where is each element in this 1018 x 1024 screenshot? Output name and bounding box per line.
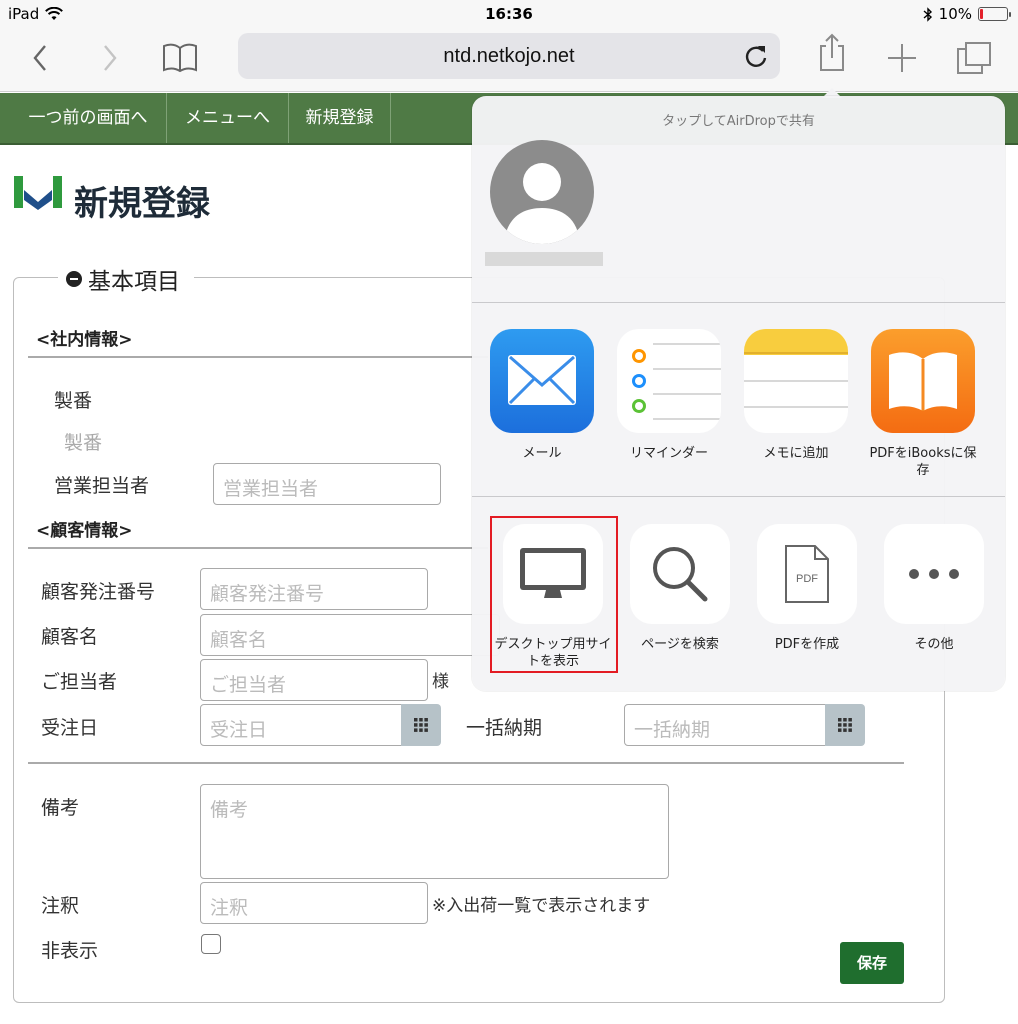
person-silhouette-icon <box>504 163 580 244</box>
more-icon <box>884 524 984 624</box>
remarks-label: 備考 <box>41 797 80 819</box>
sales-label: 営業担当者 <box>54 475 150 497</box>
airdrop-contact-name <box>485 252 603 266</box>
share-app-notes[interactable]: メモに追加 <box>736 329 856 462</box>
bookmarks-button[interactable] <box>160 40 200 76</box>
browser-toolbar: ntd.netkojo.net <box>0 28 1018 92</box>
calendar-grid-icon <box>414 718 428 732</box>
order-no-label: 顧客発注番号 <box>41 581 156 603</box>
app-label: メール <box>522 446 562 461</box>
share-icon <box>820 33 844 71</box>
section-customer: <顧客情報> <box>36 521 133 541</box>
new-tab-button[interactable] <box>882 40 922 76</box>
section-internal: <社内情報> <box>36 330 133 350</box>
nav-menu-link[interactable]: メニューへ <box>167 93 289 143</box>
status-time: 16:36 <box>485 5 533 23</box>
notes-icon <box>744 329 848 433</box>
delivery-label: 一括納期 <box>466 717 543 739</box>
order-date-picker-button[interactable] <box>401 704 441 746</box>
remarks-textarea[interactable]: 備考 <box>200 784 669 879</box>
separator <box>472 496 1005 497</box>
battery-icon <box>978 7 1011 21</box>
mail-icon <box>490 329 594 433</box>
chevron-left-icon <box>33 45 46 71</box>
divider <box>28 547 488 549</box>
hidden-label: 非表示 <box>41 940 99 962</box>
action-label: PDFを作成 <box>774 637 840 652</box>
seiban-value: 製番 <box>64 432 103 454</box>
share-button[interactable] <box>812 33 852 71</box>
calendar-grid-icon <box>838 718 852 732</box>
action-find-on-page[interactable]: ページを検索 <box>620 524 740 653</box>
bluetooth-icon <box>923 6 932 22</box>
contact-label: ご担当者 <box>41 671 118 693</box>
chevron-right-icon <box>104 45 117 71</box>
search-icon <box>630 524 730 624</box>
seiban-label: 製番 <box>54 390 93 412</box>
share-app-ibooks[interactable]: PDFをiBooksに保存 <box>863 329 983 479</box>
legend-label: 基本項目 <box>88 269 180 295</box>
ibooks-icon <box>871 329 975 433</box>
delivery-input[interactable]: 一括納期 <box>624 704 826 746</box>
app-label: リマインダー <box>629 446 708 461</box>
pdf-icon: PDF <box>757 524 857 624</box>
book-icon <box>163 43 197 73</box>
fieldset-legend[interactable]: 基本項目 <box>58 262 194 296</box>
divider <box>28 356 488 358</box>
reload-icon[interactable] <box>742 42 770 70</box>
highlight-box <box>490 516 618 673</box>
order-date-label: 受注日 <box>41 717 99 739</box>
note-hint: ※入出荷一覧で表示されます <box>432 896 651 916</box>
action-more[interactable]: その他 <box>874 524 994 653</box>
action-create-pdf[interactable]: PDF PDFを作成 <box>747 524 867 653</box>
tabs-button[interactable] <box>954 40 994 76</box>
order-no-input[interactable]: 顧客発注番号 <box>200 568 428 610</box>
divider <box>28 762 904 764</box>
note-input[interactable]: 注釈 <box>200 882 428 924</box>
hidden-checkbox[interactable] <box>201 934 221 954</box>
collapse-icon <box>66 271 82 287</box>
contact-suffix: 様 <box>432 672 449 692</box>
back-button[interactable] <box>20 40 60 76</box>
order-date-input[interactable]: 受注日 <box>200 704 402 746</box>
sales-input[interactable]: 営業担当者 <box>213 463 441 505</box>
tabs-icon <box>957 42 991 74</box>
save-button[interactable]: 保存 <box>840 942 904 984</box>
pdf-glyph: PDF <box>796 573 818 585</box>
customer-input[interactable]: 顧客名 <box>200 614 500 656</box>
delivery-picker-button[interactable] <box>825 704 865 746</box>
forward-button[interactable] <box>90 40 130 76</box>
note-label: 注釈 <box>41 895 80 917</box>
nav-new-link[interactable]: 新規登録 <box>289 93 391 143</box>
battery-fill <box>980 9 983 19</box>
contact-input[interactable]: ご担当者 <box>200 659 428 701</box>
action-label: その他 <box>914 637 954 652</box>
app-label: メモに追加 <box>763 446 829 461</box>
app-label: PDFをiBooksに保存 <box>869 446 977 478</box>
action-label: ページを検索 <box>641 637 719 652</box>
battery-percent: 10% <box>938 5 972 23</box>
url-text: ntd.netkojo.net <box>443 45 575 67</box>
share-app-mail[interactable]: メール <box>482 329 602 462</box>
share-app-reminders[interactable]: リマインダー <box>609 329 729 462</box>
reminders-icon <box>617 329 721 433</box>
status-bar: iPad 16:36 10% <box>0 0 1018 28</box>
customer-label: 顧客名 <box>41 626 99 648</box>
logo-icon <box>14 176 62 210</box>
airdrop-hint: タップしてAirDropで共有 <box>662 114 815 129</box>
page-title: 新規登録 <box>74 184 210 224</box>
airdrop-contact-avatar[interactable] <box>490 140 594 244</box>
plus-icon <box>888 44 916 72</box>
separator <box>472 302 1005 303</box>
address-bar[interactable]: ntd.netkojo.net <box>238 33 780 79</box>
nav-back-link[interactable]: 一つ前の画面へ <box>10 93 167 143</box>
